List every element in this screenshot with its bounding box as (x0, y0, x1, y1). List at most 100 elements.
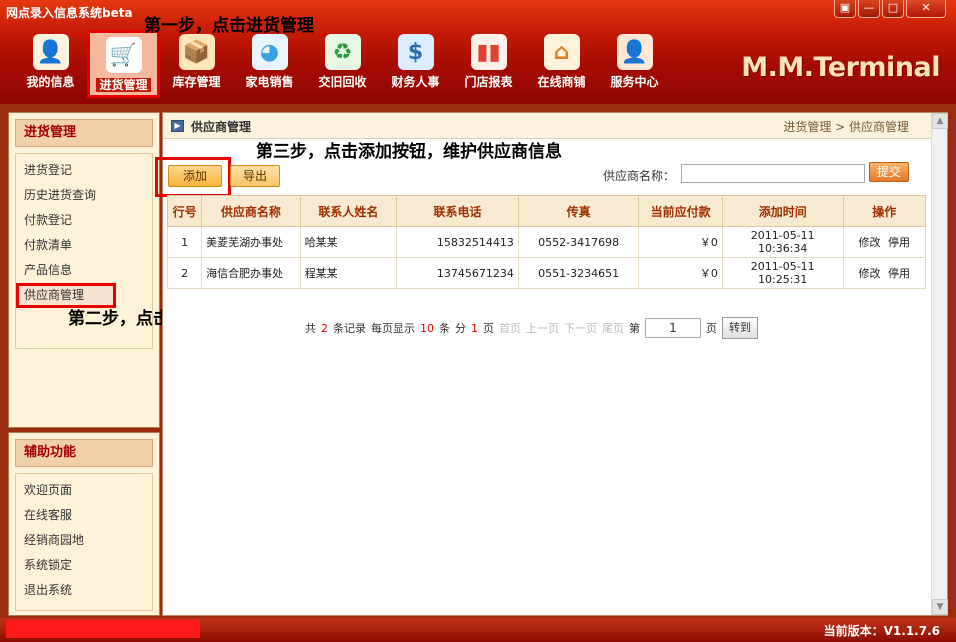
row-number: 1 (166, 226, 203, 258)
column-header: 当前应付款 (638, 195, 723, 227)
supplier-table: 行号 供应商名称 联系人姓名 联系电话 传真 当前应付款 添加时间 操作 1 美… (166, 195, 927, 289)
sidebar-item-welcome[interactable]: 欢迎页面 (16, 478, 152, 503)
scroll-down-icon[interactable]: ▼ (932, 599, 948, 615)
contact-phone: 15832514413 (396, 226, 519, 258)
toolbar-appliance-sales[interactable]: ◕ 家电销售 (233, 30, 306, 98)
toolbar-service-center[interactable]: 👤 服务中心 (598, 30, 671, 98)
minimize-button[interactable]: — (858, 0, 880, 18)
vertical-scrollbar[interactable]: ▲ ▼ (931, 113, 948, 615)
bar-chart-icon: ▮▮ (470, 34, 507, 70)
pie-chart-icon: ◕ (251, 34, 288, 70)
status-bar: 当前版本：V1.1.7.6 (0, 618, 956, 642)
supplier-name: 海信合肥办事处 (201, 257, 301, 289)
toolbar-inventory[interactable]: 📦 库存管理 (160, 30, 233, 98)
pager-text: 条记录 (333, 322, 366, 335)
pager-text: 每页显示 (371, 322, 415, 335)
user-icon: 👤 (32, 34, 69, 70)
supplier-name: 美菱芜湖办事处 (201, 226, 301, 258)
goto-page-button[interactable]: 转到 (722, 317, 758, 339)
sidebar-item-product-info[interactable]: 产品信息 (16, 258, 152, 283)
shop-house-icon: ⌂ (543, 34, 580, 70)
close-button[interactable]: ✕ (906, 0, 946, 18)
table-row: 1 美菱芜湖办事处 哈某某 15832514413 0552-3417698 ￥… (166, 226, 927, 258)
fax: 0551-3234651 (517, 257, 640, 289)
sidebar-auxiliary-section: 辅助功能 欢迎页面 在线客服 经销商园地 系统锁定 退出系统 (8, 432, 160, 616)
status-progress-bar (6, 620, 200, 638)
sidebar-menu: 欢迎页面 在线客服 经销商园地 系统锁定 退出系统 (15, 473, 153, 611)
fax: 0552-3417698 (517, 226, 640, 258)
toolbar-label: 进货管理 (96, 78, 151, 92)
last-page-link[interactable]: 尾页 (602, 320, 624, 336)
sidebar-item-system-lock[interactable]: 系统锁定 (16, 553, 152, 578)
prev-page-link[interactable]: 上一页 (526, 320, 559, 336)
row-actions: 修改 停用 (842, 257, 927, 289)
toolbar-my-info[interactable]: 👤 我的信息 (14, 30, 87, 98)
main-panel: ▶ 供应商管理 进货管理 > 供应商管理 添加 导出 供应商名称： 提交 行号 … (155, 112, 948, 616)
shopping-cart-icon: 🛒 (105, 37, 142, 73)
toolbar-label: 交旧回收 (318, 75, 367, 89)
first-page-link[interactable]: 首页 (499, 320, 521, 336)
toolbar-label: 服务中心 (610, 75, 659, 89)
column-header: 行号 (166, 195, 203, 227)
recycle-icon: ♻ (324, 34, 361, 70)
export-button[interactable]: 导出 (230, 165, 280, 187)
boxes-icon: 📦 (178, 34, 215, 70)
menu-window-button[interactable]: ▣ (834, 0, 856, 18)
pager-text: 分 (455, 322, 466, 335)
contact-phone: 13745671234 (396, 257, 519, 289)
page-number-input[interactable]: 1 (645, 318, 701, 338)
finance-card-icon: $ (397, 34, 434, 70)
toolbar-label: 我的信息 (26, 75, 75, 89)
pager-text: 条 (439, 322, 450, 335)
toolbar-recycling[interactable]: ♻ 交旧回收 (306, 30, 379, 98)
toolbar-label: 在线商铺 (537, 75, 586, 89)
row-actions: 修改 停用 (842, 226, 927, 258)
table-row: 2 海信合肥办事处 程某某 13745671234 0551-3234651 ￥… (166, 257, 927, 289)
toolbar-store-reports[interactable]: ▮▮ 门店报表 (452, 30, 525, 98)
sidebar-item-purchase-history[interactable]: 历史进货查询 (16, 183, 152, 208)
sidebar-item-exit[interactable]: 退出系统 (16, 578, 152, 603)
toolbar-online-shop[interactable]: ⌂ 在线商铺 (525, 30, 598, 98)
pager-text: 第 (629, 322, 640, 335)
add-button[interactable]: 添加 (168, 165, 222, 187)
disable-link[interactable]: 停用 (888, 267, 910, 280)
toolbar-purchase-management[interactable]: 🛒 进货管理 (87, 30, 160, 98)
sidebar-item-online-support[interactable]: 在线客服 (16, 503, 152, 528)
edit-link[interactable]: 修改 (859, 267, 881, 280)
table-header-row: 行号 供应商名称 联系人姓名 联系电话 传真 当前应付款 添加时间 操作 (166, 195, 927, 227)
edit-link[interactable]: 修改 (859, 236, 881, 249)
window-controls: ▣ — □ ✕ (834, 0, 946, 18)
added-time: 2011-05-11 10:36:34 (721, 226, 844, 258)
added-time: 2011-05-11 10:25:31 (721, 257, 844, 289)
column-header: 添加时间 (721, 195, 844, 227)
total-records: 2 (321, 321, 328, 335)
sidebar-item-payment-register[interactable]: 付款登记 (16, 208, 152, 233)
sidebar-item-purchase-register[interactable]: 进货登记 (16, 158, 152, 183)
sidebar-item-payment-list[interactable]: 付款清单 (16, 233, 152, 258)
breadcrumb: 进货管理 > 供应商管理 (783, 120, 909, 134)
toolbar-label: 库存管理 (172, 75, 221, 89)
contact-name: 程某某 (299, 257, 398, 289)
toolbar-label: 家电销售 (245, 75, 294, 89)
submit-button[interactable]: 提交 (869, 162, 909, 182)
version-label: 当前版本：V1.1.7.6 (823, 624, 940, 638)
main-toolbar: 👤 我的信息 🛒 进货管理 📦 库存管理 ◕ 家电销售 ♻ 交旧回收 $ 财务人… (14, 30, 671, 98)
page-icon: ▶ (171, 120, 184, 132)
disable-link[interactable]: 停用 (888, 236, 910, 249)
step-three-annotation: 第三步，点击添加按钮，维护供应商信息 (256, 142, 562, 162)
sidebar-section-title: 进货管理 (15, 119, 153, 147)
supplier-name-input[interactable] (681, 164, 865, 183)
scroll-up-icon[interactable]: ▲ (932, 113, 948, 129)
sidebar-item-dealer-zone[interactable]: 经销商园地 (16, 528, 152, 553)
per-page-count: 10 (420, 321, 434, 335)
toolbar-label: 财务人事 (391, 75, 440, 89)
brand-logo: M.M.Terminal (741, 52, 940, 83)
pager-text: 页 (483, 322, 494, 335)
maximize-button[interactable]: □ (882, 0, 904, 18)
toolbar-finance-hr[interactable]: $ 财务人事 (379, 30, 452, 98)
pager-text: 共 (305, 322, 316, 335)
pagination: 共 2 条记录 每页显示 10 条 分 1 页 首页 上一页 下一页 尾页 第 … (305, 317, 758, 339)
next-page-link[interactable]: 下一页 (564, 320, 597, 336)
page-title: 供应商管理 (191, 120, 252, 134)
step-one-annotation: 第一步，点击进货管理 (144, 16, 314, 36)
